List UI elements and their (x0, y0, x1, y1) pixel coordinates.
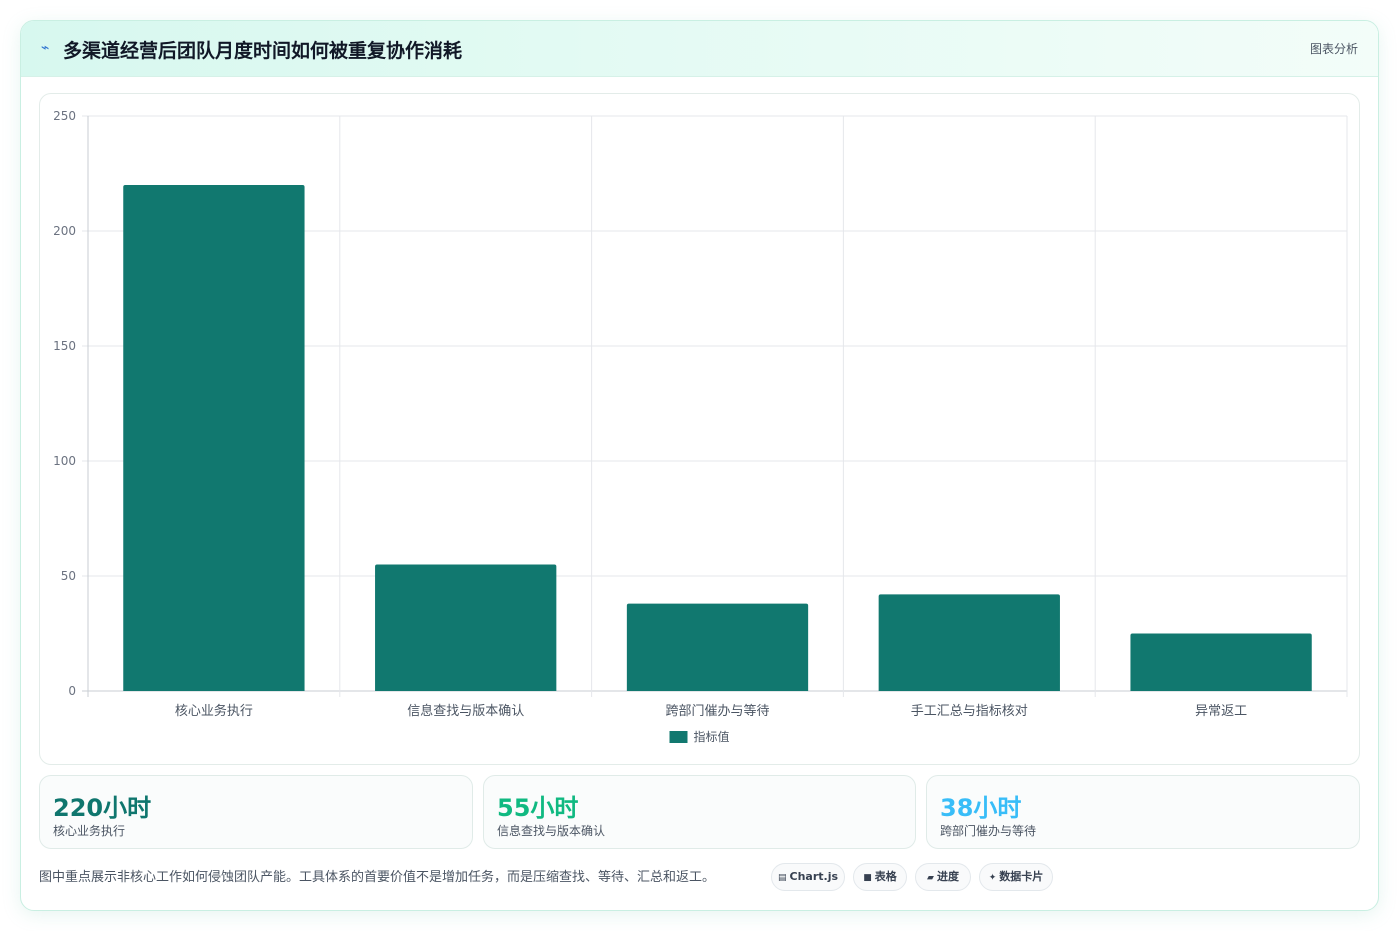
sparkle-icon: ✦ (988, 873, 997, 883)
y-tick-label: 50 (61, 569, 76, 583)
stat-card-3: 38小时 跨部门催办与等待 (926, 775, 1360, 849)
stat-label: 信息查找与版本确认 (497, 824, 606, 838)
chart-panel: 0 50 100 150 200 250 核心业务执行 信息查找与版本确认 跨部门催办与等待 手工… (39, 93, 1360, 765)
x-tick-label: 跨部门催办与等待 (665, 703, 769, 719)
x-tick-label: 信息查找与版本确认 (407, 703, 524, 719)
x-tick-label: 异常返工 (1195, 704, 1247, 719)
bar (123, 185, 305, 691)
table-icon: ■ (863, 873, 872, 883)
stat-value: 55小时 (497, 794, 579, 822)
bar (626, 603, 809, 691)
chip-label: 表格 (874, 870, 897, 883)
y-tick-label: 100 (53, 454, 76, 468)
bar (878, 594, 1060, 691)
bar (1130, 633, 1312, 691)
chart-analysis-label: 图表分析 (1309, 42, 1358, 56)
chart-icon: ▤ (777, 873, 787, 883)
footnote: 图中重点展示非核心工作如何侵蚀团队产能。工具体系的首要价值不是增加任务，而是压缩… (39, 870, 716, 885)
y-tick-label: 0 (68, 684, 76, 698)
y-tick-label: 150 (53, 339, 76, 353)
y-tick-label: 200 (53, 224, 76, 238)
bar-chart: 0 50 100 150 200 250 核心业务执行 信息查找与版本确认 跨部门催办与等待 手工… (53, 109, 1348, 744)
legend-label: 指标值 (694, 729, 730, 744)
chip-label: 进度 (936, 870, 959, 883)
card-header: ⌁ 多渠道经营后团队月度时间如何被重复协作消耗 图表分析 (21, 21, 1378, 77)
stat-label: 核心业务执行 (53, 824, 126, 838)
y-tick-label: 250 (53, 109, 76, 123)
chip-chartjs[interactable]: ▤ Chart.js (771, 863, 845, 891)
chip-table[interactable]: ■ 表格 (853, 863, 907, 891)
chip-progress[interactable]: ▰ 进度 (915, 863, 971, 891)
report-card: ⌁ 多渠道经营后团队月度时间如何被重复协作消耗 图表分析 0 50 100 150 20… (20, 20, 1379, 911)
chip-label: Chart.js (789, 870, 839, 883)
stat-card-1: 220小时 核心业务执行 (39, 775, 473, 849)
stat-label: 跨部门催办与等待 (940, 824, 1037, 838)
trend-line-icon: ⌁ (41, 40, 50, 56)
legend-swatch (669, 731, 688, 743)
progress-icon: ▰ (927, 873, 934, 883)
stat-card-2: 55小时 信息查找与版本确认 (483, 775, 916, 849)
page-title: 多渠道经营后团队月度时间如何被重复协作消耗 (63, 40, 463, 62)
chip-data-card[interactable]: ✦ 数据卡片 (979, 863, 1053, 891)
stat-value: 38小时 (940, 794, 1022, 822)
x-tick-label: 核心业务执行 (175, 703, 253, 719)
x-tick-label: 手工汇总与指标核对 (911, 704, 1028, 719)
bar (375, 564, 557, 691)
chip-label: 数据卡片 (999, 870, 1044, 883)
stat-value: 220小时 (53, 794, 152, 822)
